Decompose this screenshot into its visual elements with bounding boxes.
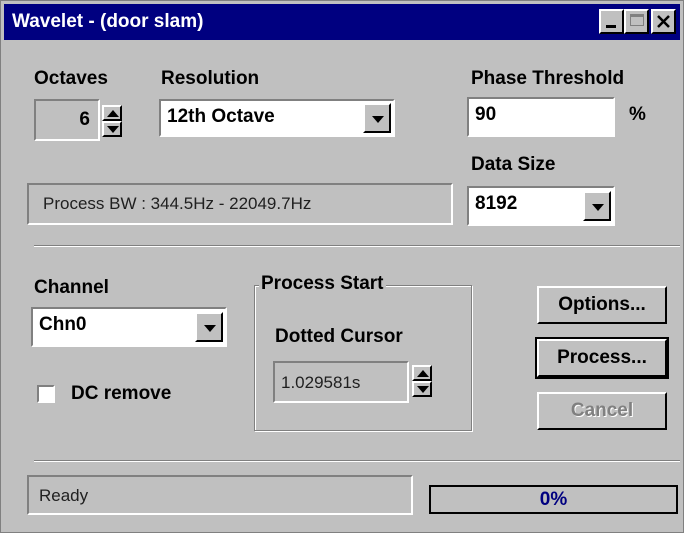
arrow-up-icon (107, 110, 119, 117)
octaves-label: Octaves (34, 68, 108, 89)
resolution-dropdown-button[interactable] (363, 103, 391, 133)
cancel-button[interactable]: Cancel (537, 392, 667, 430)
resolution-dropdown[interactable]: 12th Octave (159, 99, 395, 137)
dotted-cursor-field[interactable]: 1.029581s (273, 361, 409, 403)
minimize-button[interactable] (599, 9, 624, 34)
status-text: Ready (39, 486, 89, 505)
channel-dropdown[interactable]: Chn0 (31, 307, 227, 347)
octaves-field[interactable]: 6 (34, 99, 100, 141)
data-size-value: 8192 (475, 193, 518, 214)
data-size-dropdown-button[interactable] (583, 191, 611, 221)
chevron-down-icon (204, 325, 216, 332)
phase-threshold-value: 90 (475, 104, 497, 125)
progress-bar: 0% (429, 485, 678, 514)
cursor-up-button[interactable] (412, 365, 432, 381)
dotted-cursor-label: Dotted Cursor (275, 326, 403, 347)
close-icon (657, 15, 670, 28)
divider (34, 245, 680, 247)
data-size-label: Data Size (471, 154, 556, 175)
octaves-up-button[interactable] (102, 105, 122, 121)
process-start-group (254, 285, 472, 431)
wavelet-dialog: Wavelet - (door slam) Octaves 6 Resoluti… (0, 0, 684, 533)
process-start-title: Process Start (259, 273, 386, 295)
progress-text: 0% (539, 489, 568, 510)
phase-threshold-input[interactable]: 90 (467, 97, 615, 137)
arrow-down-icon (417, 386, 429, 393)
close-button[interactable] (651, 9, 676, 34)
minimize-icon (606, 25, 616, 28)
octaves-value: 6 (79, 109, 90, 130)
resolution-label: Resolution (161, 68, 260, 89)
divider (34, 460, 680, 462)
chevron-down-icon (592, 204, 604, 211)
dc-remove-label[interactable]: DC remove (71, 383, 171, 405)
process-button[interactable]: Process... (535, 337, 669, 379)
window-title: Wavelet - (door slam) (12, 11, 204, 32)
arrow-down-icon (107, 126, 119, 133)
cursor-down-button[interactable] (412, 381, 432, 397)
dotted-cursor-value: 1.029581s (281, 373, 361, 392)
octaves-down-button[interactable] (102, 121, 122, 137)
maximize-button[interactable] (624, 9, 649, 34)
process-bw-text: Process BW : 344.5Hz - 22049.7Hz (43, 194, 312, 213)
dc-remove-checkbox[interactable] (37, 385, 55, 403)
octaves-spinner[interactable] (102, 105, 122, 137)
title-bar[interactable]: Wavelet - (door slam) (4, 4, 680, 40)
chevron-down-icon (372, 116, 384, 123)
channel-value: Chn0 (39, 314, 87, 335)
dotted-cursor-spinner[interactable] (412, 365, 432, 397)
percent-unit: % (629, 104, 646, 125)
data-size-dropdown[interactable]: 8192 (467, 186, 615, 226)
channel-dropdown-button[interactable] (195, 312, 223, 342)
arrow-up-icon (417, 370, 429, 377)
process-bw-display: Process BW : 344.5Hz - 22049.7Hz (27, 183, 453, 225)
status-bar: Ready (27, 475, 413, 515)
options-button[interactable]: Options... (537, 286, 667, 324)
channel-label: Channel (34, 277, 109, 298)
resolution-value: 12th Octave (167, 106, 275, 127)
maximize-icon (630, 14, 644, 26)
phase-threshold-label: Phase Threshold (471, 68, 625, 89)
